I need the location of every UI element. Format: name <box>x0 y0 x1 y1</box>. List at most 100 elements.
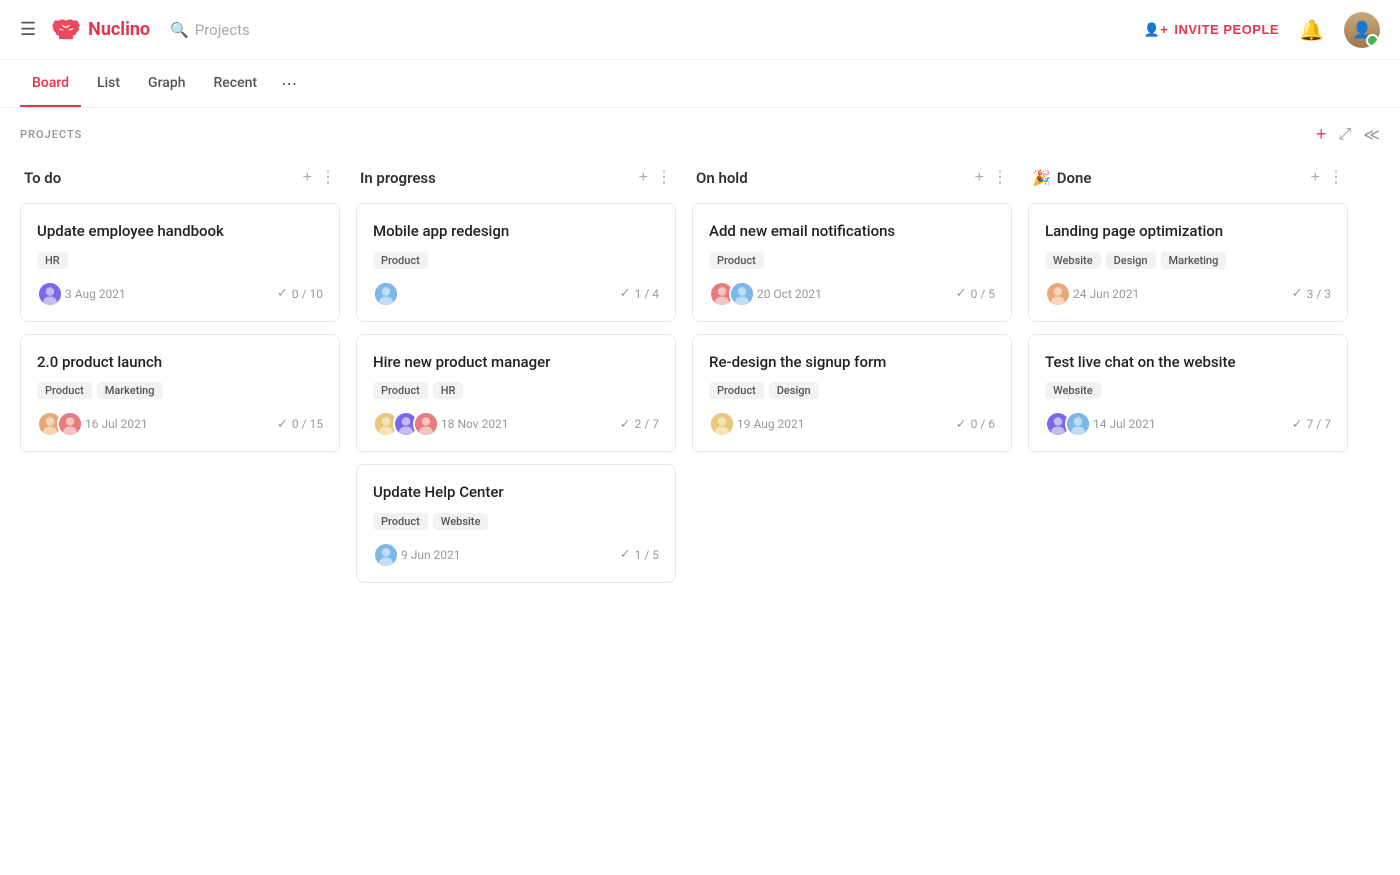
search-area[interactable]: 🔍 Projects <box>170 21 250 39</box>
tab-more-icon[interactable]: ⋯ <box>273 60 305 107</box>
column-menu-button-todo[interactable]: ⋮ <box>320 170 336 186</box>
column-inprogress: In progress + ⋮ Mobile app redesign Prod… <box>356 161 676 595</box>
tab-recent[interactable]: Recent <box>201 61 269 107</box>
card-title: 2.0 product launch <box>37 353 323 373</box>
invite-people-button[interactable]: 👤+ INVITE PEOPLE <box>1144 22 1280 38</box>
card-tag: HR <box>433 382 464 399</box>
column-onhold: On hold + ⋮ Add new email notifications … <box>692 161 1012 595</box>
card-avatar <box>729 281 755 307</box>
card-date: 24 Jun 2021 <box>1073 287 1139 301</box>
board-section-title: PROJECTS <box>20 128 82 141</box>
column-actions-onhold: + ⋮ <box>975 170 1008 186</box>
column-add-card-button-inprogress[interactable]: + <box>639 170 648 186</box>
check-count-value: 1 / 5 <box>635 548 659 562</box>
header-right: 👤+ INVITE PEOPLE 🔔 👤 <box>1144 12 1380 48</box>
card-check-count: ✓ 7 / 7 <box>1292 417 1331 432</box>
card-tags: ProductHR <box>373 382 659 399</box>
column-emoji: 🎉 <box>1032 169 1051 187</box>
card-c7[interactable]: Re-design the signup form ProductDesign … <box>692 334 1012 453</box>
checkmark-icon: ✓ <box>1292 417 1303 432</box>
invite-icon: 👤+ <box>1144 22 1169 38</box>
tabs-bar: Board List Graph Recent ⋯ <box>0 60 1400 108</box>
card-avatars <box>373 542 393 568</box>
user-avatar-header[interactable]: 👤 <box>1344 12 1380 48</box>
card-tag: Design <box>769 382 819 399</box>
card-title: Add new email notifications <box>709 222 995 242</box>
column-title-inprogress: In progress <box>360 169 436 187</box>
card-check-count: ✓ 1 / 5 <box>620 547 659 562</box>
card-c4[interactable]: Hire new product manager ProductHR 18 No… <box>356 334 676 453</box>
card-c8[interactable]: Landing page optimization WebsiteDesignM… <box>1028 203 1348 322</box>
expand-board-button[interactable]: ⤢ <box>1338 126 1351 144</box>
column-menu-button-onhold[interactable]: ⋮ <box>992 170 1008 186</box>
column-add-card-button-onhold[interactable]: + <box>975 170 984 186</box>
card-date: 9 Jun 2021 <box>401 548 461 562</box>
logo-area: Nuclino <box>52 18 150 42</box>
column-todo: To do + ⋮ Update employee handbook HR 3 … <box>20 161 340 595</box>
column-header-onhold: On hold + ⋮ <box>692 161 1012 195</box>
card-tags: WebsiteDesignMarketing <box>1045 252 1331 269</box>
card-date: 19 Aug 2021 <box>737 417 805 431</box>
card-avatar <box>709 411 735 437</box>
check-count-value: 0 / 15 <box>292 417 323 431</box>
card-left: 3 Aug 2021 <box>37 281 126 307</box>
column-menu-button-done[interactable]: ⋮ <box>1328 170 1344 186</box>
card-c6[interactable]: Add new email notifications Product 20 O… <box>692 203 1012 322</box>
card-c2[interactable]: 2.0 product launch ProductMarketing 16 J… <box>20 334 340 453</box>
checkmark-icon: ✓ <box>956 286 967 301</box>
tab-graph[interactable]: Graph <box>136 61 197 107</box>
card-tag: Marketing <box>1161 252 1227 269</box>
column-menu-button-inprogress[interactable]: ⋮ <box>656 170 672 186</box>
card-check-count: ✓ 3 / 3 <box>1292 286 1331 301</box>
card-date: 16 Jul 2021 <box>85 417 148 431</box>
card-tags: Website <box>1045 382 1331 399</box>
card-avatars <box>709 281 749 307</box>
card-c3[interactable]: Mobile app redesign Product ✓ 1 / 4 <box>356 203 676 322</box>
column-actions-done: + ⋮ <box>1311 170 1344 186</box>
card-tag: Product <box>709 252 764 269</box>
card-c9[interactable]: Test live chat on the website Website 14… <box>1028 334 1348 453</box>
card-c1[interactable]: Update employee handbook HR 3 Aug 2021 ✓… <box>20 203 340 322</box>
column-add-card-button-todo[interactable]: + <box>303 170 312 186</box>
card-tag: Website <box>433 513 489 530</box>
hamburger-menu-icon[interactable]: ☰ <box>20 19 36 40</box>
column-header-inprogress: In progress + ⋮ <box>356 161 676 195</box>
tab-list[interactable]: List <box>85 61 132 107</box>
check-count-value: 7 / 7 <box>1307 417 1331 431</box>
card-avatar <box>373 281 399 307</box>
card-date: 14 Jul 2021 <box>1093 417 1156 431</box>
card-left: 24 Jun 2021 <box>1045 281 1139 307</box>
card-footer: 24 Jun 2021 ✓ 3 / 3 <box>1045 281 1331 307</box>
checkmark-icon: ✓ <box>620 417 631 432</box>
expand-icon: ⤢ <box>1338 126 1351 144</box>
add-column-button[interactable]: + <box>1316 124 1327 145</box>
column-add-card-button-done[interactable]: + <box>1311 170 1320 186</box>
card-tags: Product Design <box>709 382 995 399</box>
card-avatars <box>373 281 393 307</box>
column-title-todo: To do <box>24 169 61 187</box>
card-check-count: ✓ 0 / 10 <box>277 286 323 301</box>
card-tags: Product <box>709 252 995 269</box>
card-title: Update Help Center <box>373 483 659 503</box>
card-title: Hire new product manager <box>373 353 659 373</box>
card-tag: Product <box>373 252 428 269</box>
card-avatar <box>373 542 399 568</box>
card-tags: Product <box>373 252 659 269</box>
card-left: 20 Oct 2021 <box>709 281 822 307</box>
tab-board[interactable]: Board <box>20 61 81 107</box>
column-done: 🎉 Done + ⋮ Landing page optimization Web… <box>1028 161 1348 595</box>
card-tag: Product <box>709 382 764 399</box>
card-c5[interactable]: Update Help Center ProductWebsite 9 Jun … <box>356 464 676 583</box>
card-avatar <box>37 281 63 307</box>
notification-bell-icon[interactable]: 🔔 <box>1299 18 1324 42</box>
card-avatars <box>37 281 57 307</box>
collapse-board-button[interactable]: ≪ <box>1363 125 1380 145</box>
checkmark-icon: ✓ <box>956 417 967 432</box>
card-avatar <box>57 411 83 437</box>
card-title: Re-design the signup form <box>709 353 995 373</box>
board-actions: + ⤢ ≪ <box>1316 124 1380 145</box>
card-footer: 19 Aug 2021 ✓ 0 / 6 <box>709 411 995 437</box>
card-left: 19 Aug 2021 <box>709 411 805 437</box>
check-count-value: 0 / 5 <box>971 287 995 301</box>
card-avatars <box>37 411 77 437</box>
